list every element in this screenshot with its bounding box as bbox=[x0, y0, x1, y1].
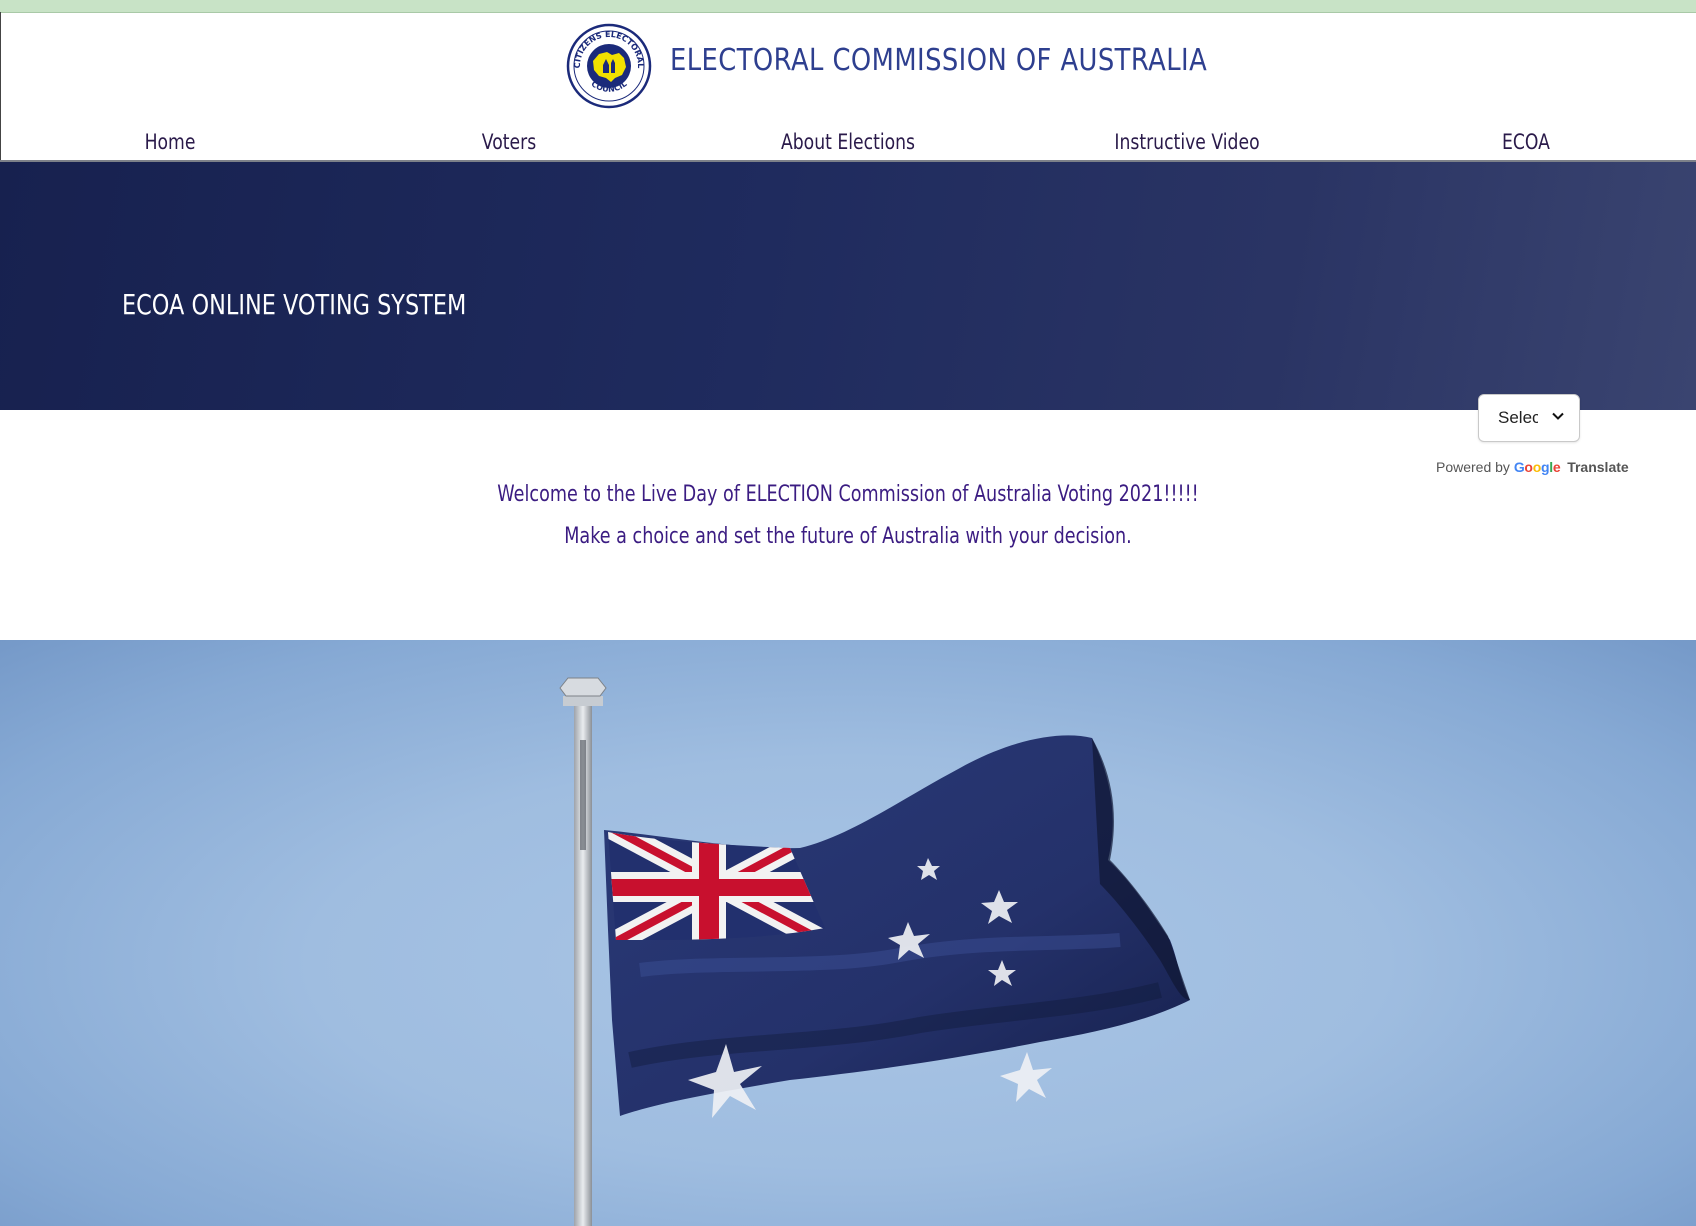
citizens-electoral-council-logo[interactable]: CITIZENS ELECTORAL COUNCIL bbox=[566, 23, 652, 109]
site-header: CITIZENS ELECTORAL COUNCIL ELECTORAL COM… bbox=[0, 13, 1696, 123]
language-select-value: Select Language bbox=[1498, 408, 1538, 427]
nav-item-voters[interactable]: Voters bbox=[482, 130, 536, 154]
banner-title: ECOA ONLINE VOTING SYSTEM bbox=[122, 288, 467, 321]
nav-item-about-elections[interactable]: About Elections bbox=[781, 130, 915, 154]
hero-banner: ECOA ONLINE VOTING SYSTEM bbox=[0, 162, 1696, 410]
main-nav: Home Voters About Elections Instructive … bbox=[0, 122, 1696, 162]
chevron-down-icon bbox=[1552, 412, 1564, 420]
welcome-line-1: Welcome to the Live Day of ELECTION Comm… bbox=[497, 482, 1199, 507]
welcome-line-2: Make a choice and set the future of Aust… bbox=[564, 524, 1132, 549]
site-title[interactable]: ELECTORAL COMMISSION OF AUSTRALIA bbox=[670, 43, 1207, 78]
australian-flag-photo bbox=[0, 640, 1696, 1226]
welcome-message: Welcome to the Live Day of ELECTION Comm… bbox=[0, 474, 1696, 558]
google-logo[interactable]: Google bbox=[1514, 459, 1561, 475]
powered-by-label: Powered by bbox=[1436, 459, 1510, 475]
powered-by-google-translate: Powered by Google Translate bbox=[1436, 459, 1629, 475]
nav-item-home[interactable]: Home bbox=[145, 130, 196, 154]
top-strip bbox=[0, 0, 1696, 13]
nav-item-instructive-video[interactable]: Instructive Video bbox=[1114, 130, 1259, 154]
translate-link[interactable]: Translate bbox=[1567, 459, 1628, 475]
language-select[interactable]: Select Language bbox=[1478, 394, 1580, 442]
nav-item-ecoa[interactable]: ECOA bbox=[1502, 130, 1550, 154]
